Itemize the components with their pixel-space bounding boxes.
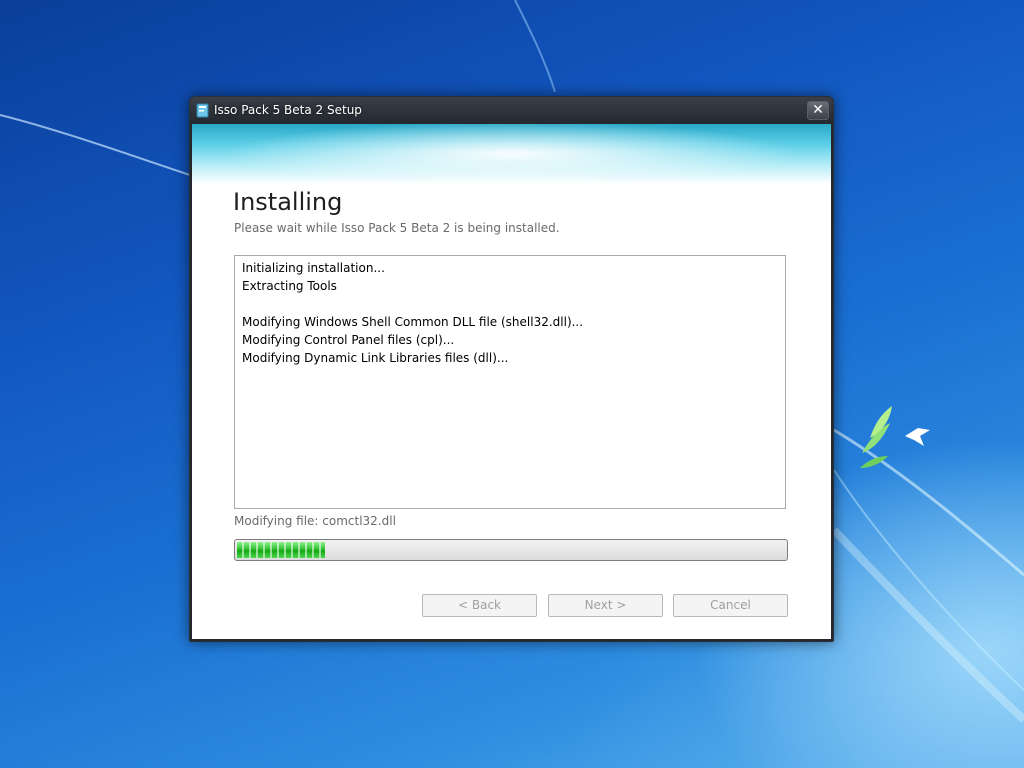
progress-track: [237, 542, 785, 558]
page-title: Installing: [233, 188, 343, 216]
close-button[interactable]: ✕: [807, 101, 829, 120]
setup-window: Isso Pack 5 Beta 2 Setup ✕ Installing Pl…: [189, 96, 834, 642]
install-log[interactable]: Initializing installation... Extracting …: [234, 255, 786, 509]
log-line: Extracting Tools: [242, 279, 337, 293]
header-banner: [192, 124, 831, 184]
log-line: Modifying Windows Shell Common DLL file …: [242, 315, 584, 329]
close-icon: ✕: [812, 102, 824, 118]
window-title: Isso Pack 5 Beta 2 Setup: [214, 103, 362, 117]
windows-logo-icon: [860, 406, 930, 468]
log-line: Initializing installation...: [242, 261, 385, 275]
page-subtitle: Please wait while Isso Pack 5 Beta 2 is …: [234, 221, 560, 235]
wizard-content: Installing Please wait while Isso Pack 5…: [192, 124, 831, 639]
log-line: Modifying Control Panel files (cpl)...: [242, 333, 455, 347]
progress-fill: [237, 542, 325, 558]
title-bar[interactable]: Isso Pack 5 Beta 2 Setup ✕: [190, 97, 833, 124]
progress-bar: [234, 539, 788, 561]
next-button[interactable]: Next >: [548, 594, 663, 617]
cancel-button[interactable]: Cancel: [673, 594, 788, 617]
back-button[interactable]: < Back: [422, 594, 537, 617]
installer-package-icon: [196, 103, 209, 118]
status-text: Modifying file: comctl32.dll: [234, 514, 396, 528]
log-line: Modifying Dynamic Link Libraries files (…: [242, 351, 509, 365]
